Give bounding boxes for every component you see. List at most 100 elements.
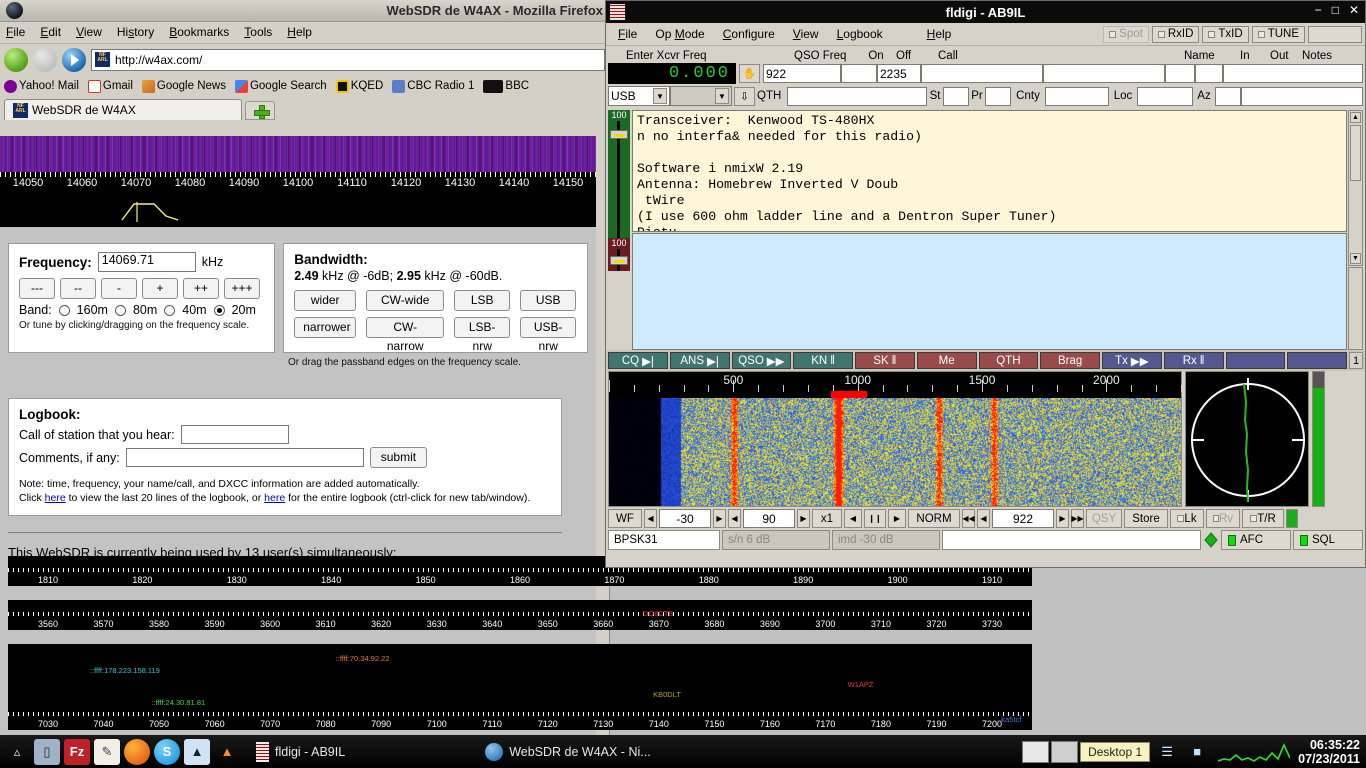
usb-button[interactable]: USB bbox=[520, 290, 576, 311]
band-radio-80m[interactable] bbox=[115, 305, 126, 316]
tx-gain-slider[interactable]: 100 bbox=[608, 238, 630, 271]
taskbar-window-websdr[interactable]: WebSDR de W4AX - Ni... bbox=[475, 739, 660, 765]
macro-button-tx[interactable]: Tx ▶▶ bbox=[1102, 352, 1162, 369]
frequency-input[interactable]: 14069.71 bbox=[98, 252, 196, 272]
step-plus3-button[interactable]: +++ bbox=[224, 278, 260, 299]
macro-button-sk[interactable]: SK ‖ bbox=[855, 352, 915, 369]
band-radio-160m[interactable] bbox=[59, 305, 70, 316]
spectrum-icon[interactable]: ▲ bbox=[184, 739, 210, 765]
fldigi-menu-help[interactable]: Help bbox=[918, 27, 961, 41]
scroll-up-icon[interactable]: ▲ bbox=[1350, 112, 1361, 123]
macro-button-kn[interactable]: KN ‖ bbox=[793, 352, 853, 369]
pager[interactable] bbox=[1022, 739, 1080, 765]
rx-gain-slider[interactable]: 100 bbox=[608, 110, 630, 238]
bookmark-kqed[interactable]: KQED bbox=[336, 80, 384, 93]
logbook-link-entire[interactable]: here bbox=[264, 492, 285, 504]
macro-button-empty-11[interactable] bbox=[1287, 352, 1347, 369]
bookmark-yahoo-mail[interactable]: Yahoo! Mail bbox=[4, 80, 79, 93]
minimize-icon[interactable]: − bbox=[1315, 3, 1322, 17]
store-button[interactable]: Store bbox=[1124, 509, 1168, 528]
macro-button-rx[interactable]: Rx ‖ bbox=[1164, 352, 1224, 369]
lsb-nrw-button[interactable]: LSB-nrw bbox=[454, 317, 510, 338]
xcvr-freq-display[interactable]: 0.000 bbox=[608, 63, 736, 84]
logbook-link-last20[interactable]: here bbox=[45, 492, 66, 504]
arrow-icon[interactable]: ▵ bbox=[4, 739, 30, 765]
macro-button-brag[interactable]: Brag bbox=[1040, 352, 1100, 369]
bookmark-cbc-radio-1[interactable]: CBC Radio 1 bbox=[392, 80, 474, 93]
bookmark-bbc[interactable]: BBC bbox=[483, 80, 529, 93]
browser-menu-help[interactable]: Help bbox=[287, 25, 312, 43]
wf-pause-icon[interactable]: ❙❙ bbox=[864, 509, 886, 528]
macro-button-me[interactable]: Me bbox=[917, 352, 977, 369]
websdr-frequency-scale[interactable]: 14050 14060 14070 14080 14090 14100 14110 14120… bbox=[0, 172, 596, 227]
fldigi-menu-opmode[interactable]: Op Mode bbox=[646, 27, 713, 41]
monitor-icon[interactable]: ▯ bbox=[34, 739, 60, 765]
logbook-call-input[interactable] bbox=[181, 425, 289, 444]
browser-menu-bookmarks[interactable]: Bookmarks bbox=[169, 25, 229, 43]
loc-field[interactable] bbox=[1137, 87, 1193, 106]
logbook-submit-button[interactable]: submit bbox=[370, 447, 427, 468]
band-strip-80m[interactable]: 3560 3570 3580 3590 3600 3610 3620 3630 3640 3650… bbox=[8, 600, 1032, 630]
zoom-button[interactable]: x1 bbox=[812, 509, 842, 528]
macro-button-cq[interactable]: CQ ▶| bbox=[608, 352, 668, 369]
url-bar[interactable]: NF ARL http://w4ax.com/ bbox=[91, 49, 605, 71]
lsb-button[interactable]: LSB bbox=[454, 290, 510, 311]
back-button[interactable] bbox=[4, 48, 28, 72]
tab-websdr[interactable]: NF ARL WebSDR de W4AX bbox=[4, 99, 242, 120]
step-minus3-button[interactable]: --- bbox=[19, 278, 55, 299]
skype-icon[interactable]: S bbox=[154, 739, 180, 765]
phase-scope[interactable] bbox=[1185, 371, 1309, 507]
macro-button-qth[interactable]: QTH bbox=[979, 352, 1039, 369]
qso-freq-field[interactable]: 922 bbox=[763, 64, 841, 83]
tr-button[interactable]: T/R bbox=[1242, 509, 1284, 528]
go-button[interactable] bbox=[62, 48, 86, 72]
macro-button-qso[interactable]: QSO ▶▶ bbox=[732, 352, 792, 369]
wider-button[interactable]: wider bbox=[294, 290, 356, 311]
on-field[interactable] bbox=[841, 64, 877, 83]
off-field[interactable]: 2235 bbox=[877, 64, 921, 83]
filezilla-icon[interactable]: Fz bbox=[64, 739, 90, 765]
passband-indicator[interactable] bbox=[120, 200, 180, 222]
waterfall-canvas[interactable] bbox=[609, 398, 1181, 506]
browser-menu-tools[interactable]: Tools bbox=[244, 25, 272, 43]
narrower-button[interactable]: narrower bbox=[294, 317, 356, 338]
websdr-waterfall[interactable] bbox=[0, 136, 596, 172]
cw-narrow-button[interactable]: CW-narrow bbox=[366, 317, 444, 338]
pr-field[interactable] bbox=[985, 87, 1011, 106]
taskbar-window-fldigi[interactable]: fldigi - AB9IL bbox=[246, 739, 355, 765]
qth-field[interactable] bbox=[787, 87, 927, 106]
carrier-right-icon[interactable]: ▶ bbox=[1056, 509, 1069, 528]
afc-toggle[interactable]: AFC bbox=[1221, 530, 1291, 550]
st-field[interactable] bbox=[943, 87, 969, 106]
bookmark-google-search[interactable]: Google Search bbox=[235, 80, 327, 93]
fldigi-menu-configure[interactable]: Configure bbox=[714, 27, 784, 41]
waterfall-display[interactable]: 500 1000 1500 2000 bbox=[608, 371, 1182, 507]
carrier-fast-left-icon[interactable]: ◀◀ bbox=[962, 509, 975, 528]
wf-mode-button[interactable]: WF bbox=[608, 509, 642, 528]
wf-scroll-right-icon[interactable]: ▶ bbox=[888, 509, 906, 528]
tune-button[interactable]: TUNE bbox=[1252, 26, 1305, 43]
waterfall-scale[interactable]: 500 1000 1500 2000 bbox=[609, 372, 1181, 398]
step-minus1-button[interactable]: - bbox=[101, 278, 137, 299]
tx-text-pane[interactable] bbox=[632, 233, 1347, 351]
browser-menubar[interactable]: File Edit View History Bookmarks Tools H… bbox=[0, 22, 609, 44]
spot-button[interactable]: Spot bbox=[1103, 26, 1149, 43]
rxid-button[interactable]: RxID bbox=[1152, 26, 1200, 43]
level-low-left-icon[interactable]: ◀ bbox=[644, 509, 657, 528]
mode-status[interactable]: BPSK31 bbox=[608, 530, 720, 550]
tx-scrollbar[interactable] bbox=[1348, 267, 1363, 350]
txid-button[interactable]: TxID bbox=[1202, 26, 1248, 43]
step-minus2-button[interactable]: -- bbox=[60, 278, 96, 299]
reverse-button[interactable]: Rv bbox=[1206, 509, 1240, 528]
carrier-left-icon[interactable]: ◀ bbox=[977, 509, 990, 528]
clear-brush-icon[interactable]: ✋ bbox=[739, 64, 760, 83]
step-plus1-button[interactable]: + bbox=[142, 278, 178, 299]
mode-select[interactable]: USB ▼ bbox=[608, 86, 670, 106]
firefox-icon[interactable] bbox=[124, 739, 150, 765]
level-high-right-icon[interactable]: ▶ bbox=[797, 509, 810, 528]
fldigi-menu-logbook[interactable]: Logbook bbox=[828, 27, 892, 41]
fldigi-menu-view[interactable]: View bbox=[784, 27, 828, 41]
step-plus2-button[interactable]: ++ bbox=[183, 278, 219, 299]
band-radio-20m[interactable] bbox=[214, 305, 225, 316]
sql-toggle[interactable]: SQL bbox=[1293, 530, 1363, 550]
